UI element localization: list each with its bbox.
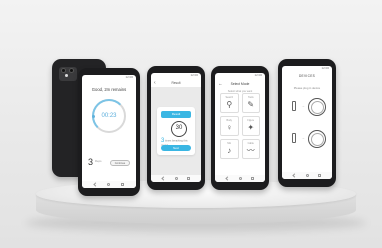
nav-bar	[215, 175, 265, 182]
nav-recents-icon[interactable]	[120, 183, 124, 186]
camera-lens-icon	[69, 68, 74, 73]
figure-icon: ✦	[247, 123, 255, 132]
mode-tile-figure[interactable]: Figure ✦	[241, 116, 260, 136]
result-title: Result	[171, 81, 181, 85]
timer-screen: 12:00 Good, 2m remains 00:23 3 Reps Cont…	[82, 75, 136, 188]
nav-back-icon[interactable]	[93, 182, 98, 187]
phone-selection: 12:00 ← Select Mode Select what you want…	[211, 66, 269, 190]
tile-label: Mic	[227, 142, 232, 145]
flash-icon	[65, 74, 68, 77]
product-showcase: 12:00 Good, 2m remains 00:23 3 Reps Cont…	[0, 0, 382, 248]
nav-back-icon[interactable]	[161, 176, 166, 181]
nav-home-icon[interactable]	[305, 174, 309, 177]
tile-label: Figure	[247, 119, 255, 122]
nav-home-icon[interactable]	[174, 177, 178, 180]
mode-tile-cable[interactable]: Cable 〰	[241, 139, 260, 159]
nav-bar	[151, 175, 201, 182]
devices-subtitle: Please plug in device	[293, 86, 321, 90]
plug-icon	[292, 133, 296, 143]
mode-tile-body[interactable]: Body ♀	[220, 116, 239, 136]
reps-label: Reps	[95, 159, 102, 163]
result-header: ‹ Result	[151, 79, 201, 87]
ring-device-icon	[308, 98, 326, 116]
nav-back-icon[interactable]	[225, 176, 230, 181]
camera-lens-icon	[61, 68, 66, 73]
tile-label: Cable	[247, 142, 254, 145]
arrow-right-icon: →	[301, 135, 305, 140]
status-time: 12:00	[190, 73, 198, 77]
phone-timer: 12:00 Good, 2m remains 00:23 3 Reps Cont…	[78, 68, 140, 196]
nav-home-icon[interactable]	[107, 183, 111, 186]
ring-device-icon	[308, 130, 326, 148]
next-button[interactable]: Next	[161, 145, 191, 151]
status-time: 12:00	[321, 66, 329, 70]
search-icon: ⚲	[226, 100, 233, 109]
score-circle: 30	[171, 121, 187, 137]
camera-module	[59, 67, 77, 81]
selection-title: Select Mode	[230, 82, 250, 86]
nav-bar	[82, 181, 136, 188]
mode-tile-mic[interactable]: Mic ♪	[220, 139, 239, 159]
devices-title: DEVICES	[298, 74, 316, 78]
tile-label: Search	[225, 96, 234, 99]
status-bar: 12:00	[82, 75, 136, 81]
arrow-right-icon: →	[301, 103, 305, 108]
nav-bar	[282, 172, 332, 179]
cable-icon: 〰	[246, 146, 255, 155]
person-icon: ♀	[226, 123, 233, 132]
result-card-header: Result	[161, 111, 191, 118]
nav-back-icon[interactable]	[292, 173, 297, 178]
timer-title: Good, 2m remains	[91, 87, 127, 92]
selection-screen: 12:00 ← Select Mode Select what you want…	[215, 73, 265, 182]
tile-label: Body	[226, 119, 232, 122]
tile-label: Tools	[247, 96, 254, 99]
nav-recents-icon[interactable]	[187, 177, 190, 180]
status-time: 12:00	[254, 73, 262, 77]
result-screen: 12:00 ‹ Result Result 30 3 times breathi…	[151, 73, 201, 182]
device-row: →	[288, 128, 326, 150]
microphone-icon: ♪	[227, 146, 232, 155]
continue-button[interactable]: Continue	[110, 160, 130, 166]
phone-result: 12:00 ‹ Result Result 30 3 times breathi…	[147, 66, 205, 190]
result-card: Result 30 3 times breathing this round N…	[157, 107, 195, 155]
devices-header: DEVICES	[282, 72, 332, 81]
nav-recents-icon[interactable]	[251, 177, 254, 180]
timer-value: 00:23	[101, 113, 117, 119]
phone-devices: 12:00 DEVICES Please plug in device → →	[278, 59, 336, 187]
devices-screen: 12:00 DEVICES Please plug in device → →	[282, 66, 332, 179]
nav-home-icon[interactable]	[238, 177, 242, 180]
reps-count: 3	[88, 157, 94, 167]
mode-tile-tools[interactable]: Tools ✎	[241, 93, 260, 113]
plug-icon	[292, 101, 296, 111]
selection-header: ← Select Mode	[215, 79, 265, 89]
mode-tile-search[interactable]: Search ⚲	[220, 93, 239, 113]
mode-grid: Search ⚲ Tools ✎ Body ♀ Figure ✦ Mic ♪ C…	[220, 93, 260, 159]
device-row: →	[288, 96, 326, 118]
tools-icon: ✎	[247, 100, 255, 109]
status-time: 12:00	[125, 75, 133, 79]
nav-recents-icon[interactable]	[318, 174, 321, 177]
